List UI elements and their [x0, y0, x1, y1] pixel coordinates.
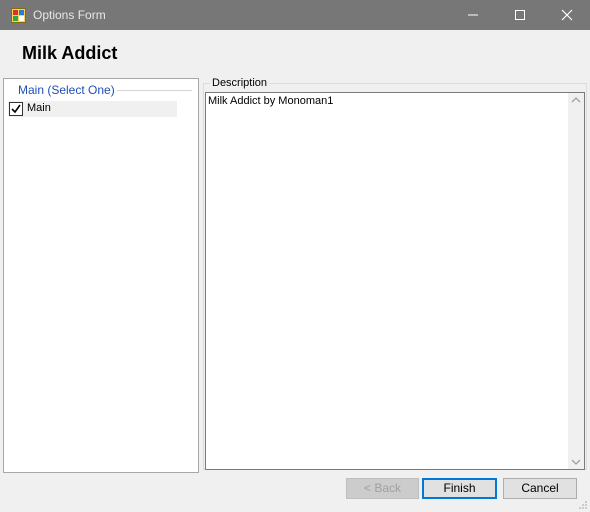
main-checkbox[interactable] — [9, 102, 23, 116]
description-label: Description — [210, 77, 270, 89]
close-button[interactable] — [544, 0, 590, 30]
minimize-icon — [468, 14, 478, 16]
options-panel: Main (Select One) Main — [3, 78, 199, 473]
description-textbox[interactable]: Milk Addict by Monoman1 — [205, 92, 585, 470]
minimize-button[interactable] — [450, 0, 496, 30]
scroll-down-icon[interactable] — [571, 459, 581, 465]
checkmark-icon — [11, 104, 21, 114]
scroll-up-icon[interactable] — [571, 97, 581, 103]
form-content: Milk Addict Main (Select One) Main Descr… — [0, 30, 590, 512]
maximize-icon — [515, 10, 525, 20]
group-divider — [116, 90, 192, 91]
description-text: Milk Addict by Monoman1 — [208, 95, 334, 107]
vertical-scrollbar[interactable] — [568, 93, 584, 469]
group-title: Main (Select One) — [16, 83, 117, 97]
app-icon — [11, 8, 26, 23]
page-title: Milk Addict — [22, 43, 118, 63]
option-item-main[interactable]: Main — [8, 101, 177, 117]
close-icon — [561, 9, 573, 21]
resize-grip-icon[interactable] — [578, 500, 588, 510]
finish-button[interactable]: Finish — [422, 478, 497, 499]
cancel-button[interactable]: Cancel — [503, 478, 577, 499]
window-title: Options Form — [33, 8, 106, 22]
maximize-button[interactable] — [497, 0, 543, 30]
option-label: Main — [27, 102, 51, 114]
back-button[interactable]: < Back — [346, 478, 419, 499]
title-bar[interactable]: Options Form — [0, 0, 590, 30]
